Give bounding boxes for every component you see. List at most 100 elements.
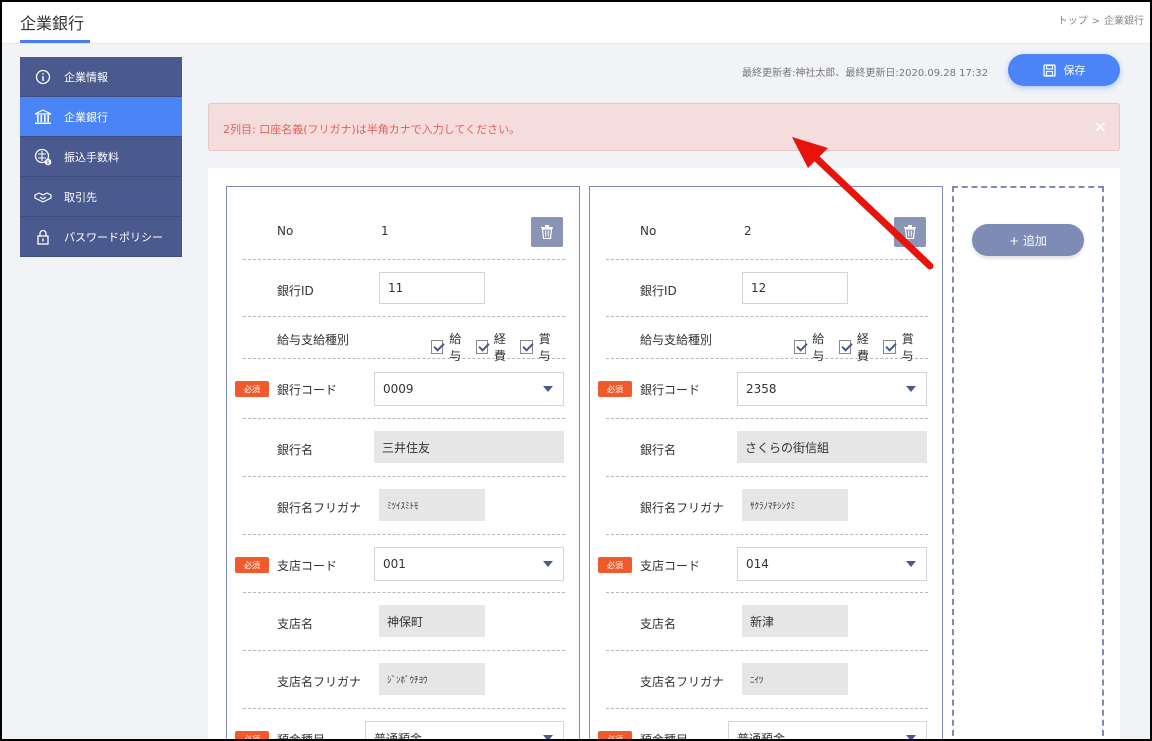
row-bank-kana: 銀行名フリガナ ｻｸﾗﾉﾏﾁｼﾝｸﾐ [606,477,928,535]
value-no: 2 [744,224,752,238]
row-branch-name: 支店名 新津 [606,593,928,651]
sidebar-item-label: 振込手数料 [64,150,119,164]
row-branch-code: 必須 支店コード 001 [235,535,565,593]
row-branch-code: 必須 支店コード 014 [598,535,928,593]
fee-icon: $ [34,148,52,166]
breadcrumb: トップ > 企業銀行 [1056,12,1146,27]
lock-icon [34,228,52,246]
svg-text:$: $ [46,160,49,166]
chevron-down-icon [543,386,553,392]
bank-card-1: No 1 銀行ID 11 給与支給種別 給与 経費 賞与 必須 銀行コード 00… [226,186,580,739]
bank-id-input[interactable]: 11 [379,272,485,304]
bank-kana-field: ｻｸﾗﾉﾏﾁｼﾝｸﾐ [742,489,848,521]
sidebar-item-company-bank[interactable]: 企業銀行 [20,97,182,137]
sidebar-item-label: 取引先 [64,190,97,204]
trash-icon [904,225,916,239]
label-bank-code: 銀行コード [640,383,701,397]
label-no: No [640,224,657,238]
required-badge: 必須 [235,557,269,573]
bank-code-select[interactable]: 0009 [374,372,564,406]
breadcrumb-separator: > [1091,16,1100,27]
branch-name-field: 新津 [742,605,848,637]
row-deposit-type: 必須 預金種目 普通預金 [598,709,928,739]
label-branch-kana: 支店名フリガナ [640,675,725,689]
branch-name-field: 神保町 [379,605,485,637]
info-icon [34,68,52,86]
label-branch-kana: 支店名フリガナ [277,675,362,689]
bank-kana-field: ﾐﾂｲｽﾐﾄﾓ [379,489,485,521]
sidebar-item-label: 企業銀行 [64,110,108,124]
required-badge: 必須 [235,731,269,739]
label-branch-code: 支店コード [277,559,338,573]
breadcrumb-top[interactable]: トップ [1058,16,1088,27]
sidebar: 企業情報 企業銀行 $ 振込手数料 取引先 パスワードポリシー [20,57,182,257]
sidebar-item-partners[interactable]: 取引先 [20,177,182,217]
required-badge: 必須 [235,381,269,397]
app-frame: 企業銀行 トップ > 企業銀行 企業情報 企業銀行 $ 振込手数料 取引先 パス… [2,2,1150,739]
bank-name-field: さくらの街信組 [737,431,927,463]
label-bank-code: 銀行コード [277,383,338,397]
row-no: No 1 [243,187,565,260]
sidebar-item-company-info[interactable]: 企業情報 [20,57,182,97]
label-bank-name: 銀行名 [277,443,314,457]
page-title: 企業銀行 [20,14,85,33]
label-bank-id: 銀行ID [640,284,677,298]
row-branch-name: 支店名 神保町 [243,593,565,651]
label-bank-name: 銀行名 [640,443,677,457]
required-badge: 必須 [598,381,632,397]
bank-id-input[interactable]: 12 [742,272,848,304]
row-no: No 2 [606,187,928,260]
deposit-type-select[interactable]: 普通預金 [365,721,564,739]
sidebar-item-label: パスワードポリシー [64,230,163,244]
branch-kana-field: ｼﾞﾝﾎﾞｳﾁﾖｳ [379,663,485,695]
row-deposit-type: 必須 預金種目 普通預金 [235,709,565,739]
label-branch-name: 支店名 [277,617,314,631]
chevron-down-icon [906,735,916,739]
row-bank-kana: 銀行名フリガナ ﾐﾂｲｽﾐﾄﾓ [243,477,565,535]
label-deposit-type: 預金種目 [640,731,688,739]
trash-icon [541,225,553,239]
delete-button[interactable] [894,217,926,247]
top-bar: 企業銀行 トップ > 企業銀行 [2,2,1150,44]
required-badge: 必須 [598,731,632,739]
add-button[interactable]: + 追加 [972,224,1084,256]
label-deposit-type: 預金種目 [277,731,325,739]
handshake-icon [34,188,52,206]
error-alert: 2列目: 口座名義(フリガナ)は半角カナで入力してください。 × [208,103,1120,151]
bank-code-select[interactable]: 2358 [737,372,927,406]
bank-name-field: 三井住友 [374,431,564,463]
value-no: 1 [381,224,389,238]
chevron-down-icon [543,561,553,567]
deposit-type-select[interactable]: 普通預金 [728,721,927,739]
row-bank-code: 必須 銀行コード 2358 [598,359,928,419]
branch-code-select[interactable]: 014 [737,547,927,581]
row-bank-name: 銀行名 さくらの街信組 [606,419,928,477]
row-bank-id: 銀行ID 11 [243,260,565,317]
sidebar-item-transfer-fee[interactable]: $ 振込手数料 [20,137,182,177]
label-bank-kana: 銀行名フリガナ [277,501,362,515]
breadcrumb-current: 企業銀行 [1104,16,1144,27]
last-updated-text: 最終更新者:神社太郎、最終更新日:2020.09.28 17:32 [742,68,988,79]
bank-icon [34,108,52,126]
branch-code-select[interactable]: 001 [374,547,564,581]
row-bank-code: 必須 銀行コード 0009 [235,359,565,419]
branch-kana-field: ﾆｲﾂ [742,663,848,695]
label-branch-name: 支店名 [640,617,677,631]
close-icon[interactable]: × [1094,117,1107,136]
error-message: 2列目: 口座名義(フリガナ)は半角カナで入力してください。 [223,123,521,136]
bank-card-2: No 2 銀行ID 12 給与支給種別 給与 経費 賞与 必須 銀行コード 23… [589,186,943,739]
sidebar-item-password-policy[interactable]: パスワードポリシー [20,217,182,257]
add-card-area: + 追加 [952,186,1104,739]
label-pay-type: 給与支給種別 [640,333,713,347]
save-button[interactable]: 保存 [1008,54,1120,86]
label-pay-type: 給与支給種別 [277,333,350,347]
row-pay-type: 給与支給種別 給与 経費 賞与 [243,317,565,363]
title-underline [20,40,90,43]
chevron-down-icon [906,386,916,392]
delete-button[interactable] [531,217,563,247]
row-pay-type: 給与支給種別 給与 経費 賞与 [606,317,928,363]
chevron-down-icon [543,735,553,739]
label-bank-id: 銀行ID [277,284,314,298]
row-bank-name: 銀行名 三井住友 [243,419,565,477]
label-branch-code: 支店コード [640,559,701,573]
